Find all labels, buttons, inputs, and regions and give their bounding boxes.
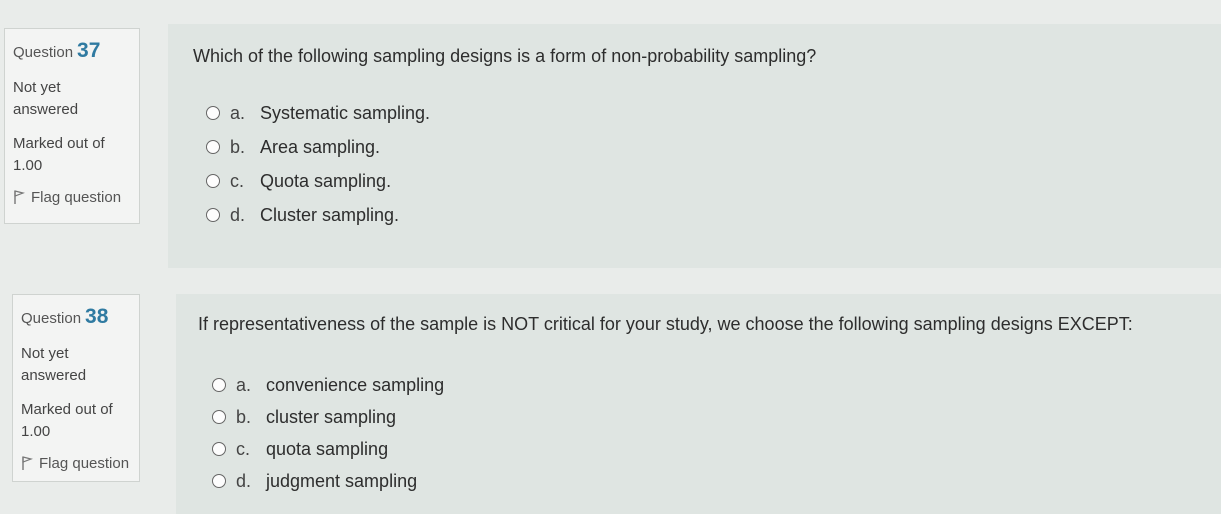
radio-unchecked-icon[interactable] bbox=[212, 474, 226, 488]
answer-option-a[interactable]: a. convenience sampling bbox=[212, 369, 444, 401]
question-info-panel: Question 37 Not yet answered Marked out o… bbox=[4, 28, 140, 224]
question-grade: Marked out of 1.00 bbox=[21, 399, 136, 443]
answer-letter: a. bbox=[230, 102, 246, 123]
flag-question-label: Flag question bbox=[39, 455, 130, 472]
answer-letter: c. bbox=[230, 170, 245, 191]
question-38: Question 38 Not yet answered Marked out o… bbox=[0, 286, 1221, 514]
radio-unchecked-icon[interactable] bbox=[212, 378, 226, 392]
radio-unchecked-icon[interactable] bbox=[206, 106, 220, 120]
question-state: Not yet answered bbox=[13, 77, 123, 121]
question-info-panel: Question 38 Not yet answered Marked out o… bbox=[12, 294, 140, 482]
state-line-2: answered bbox=[21, 367, 87, 384]
question-37: Question 37 Not yet answered Marked out o… bbox=[0, 18, 1221, 268]
flag-question-link[interactable]: Flag question bbox=[21, 455, 129, 472]
grade-line-1: Marked out of bbox=[21, 401, 113, 418]
question-grade: Marked out of 1.00 bbox=[13, 133, 128, 177]
answer-list: a. convenience sampling b. cluster sampl… bbox=[212, 369, 444, 497]
grade-line-1: Marked out of bbox=[13, 135, 105, 152]
radio-unchecked-icon[interactable] bbox=[212, 410, 226, 424]
radio-unchecked-icon[interactable] bbox=[206, 208, 220, 222]
answer-list: a. Systematic sampling. b. Area sampling… bbox=[206, 96, 430, 232]
answer-text[interactable]: Systematic sampling. bbox=[260, 103, 430, 124]
answer-letter: d. bbox=[230, 204, 246, 225]
answer-option-b[interactable]: b. Area sampling. bbox=[206, 130, 430, 164]
state-line-2: answered bbox=[13, 101, 79, 118]
question-number-value: 38 bbox=[85, 305, 109, 328]
answer-text[interactable]: Quota sampling. bbox=[260, 171, 391, 192]
answer-text[interactable]: Area sampling. bbox=[260, 137, 380, 158]
question-label: Question bbox=[21, 310, 82, 327]
grade-line-2: 1.00 bbox=[21, 423, 51, 440]
question-label: Question bbox=[13, 44, 74, 61]
question-content: If representativeness of the sample is N… bbox=[176, 294, 1221, 514]
question-number: Question 37 bbox=[13, 39, 100, 63]
answer-option-b[interactable]: b. cluster sampling bbox=[212, 401, 444, 433]
flag-question-label: Flag question bbox=[31, 189, 122, 206]
radio-unchecked-icon[interactable] bbox=[206, 174, 220, 188]
question-state: Not yet answered bbox=[21, 343, 131, 387]
question-text: If representativeness of the sample is N… bbox=[198, 314, 1133, 334]
flag-question-link[interactable]: Flag question bbox=[13, 189, 121, 206]
answer-letter: c. bbox=[236, 438, 251, 459]
radio-unchecked-icon[interactable] bbox=[212, 442, 226, 456]
answer-letter: b. bbox=[236, 406, 252, 427]
answer-letter: d. bbox=[236, 470, 252, 491]
question-content: Which of the following sampling designs … bbox=[168, 24, 1221, 268]
grade-line-2: 1.00 bbox=[13, 157, 43, 174]
answer-text[interactable]: cluster sampling bbox=[266, 407, 396, 428]
answer-text[interactable]: judgment sampling bbox=[266, 471, 417, 492]
state-line-1: Not yet bbox=[13, 79, 61, 96]
question-text: Which of the following sampling designs … bbox=[193, 46, 817, 66]
answer-option-a[interactable]: a. Systematic sampling. bbox=[206, 96, 430, 130]
question-number: Question 38 bbox=[21, 305, 108, 329]
answer-option-c[interactable]: c. Quota sampling. bbox=[206, 164, 430, 198]
answer-option-d[interactable]: d. Cluster sampling. bbox=[206, 198, 430, 232]
answer-letter: a. bbox=[236, 374, 252, 395]
answer-text[interactable]: Cluster sampling. bbox=[260, 205, 399, 226]
state-line-1: Not yet bbox=[21, 345, 69, 362]
answer-text[interactable]: convenience sampling bbox=[266, 375, 444, 396]
answer-option-d[interactable]: d. judgment sampling bbox=[212, 465, 444, 497]
answer-option-c[interactable]: c. quota sampling bbox=[212, 433, 444, 465]
answer-text[interactable]: quota sampling bbox=[266, 439, 388, 460]
answer-letter: b. bbox=[230, 136, 246, 157]
flag-icon bbox=[21, 456, 33, 470]
flag-icon bbox=[13, 190, 25, 204]
radio-unchecked-icon[interactable] bbox=[206, 140, 220, 154]
question-number-value: 37 bbox=[77, 39, 101, 62]
